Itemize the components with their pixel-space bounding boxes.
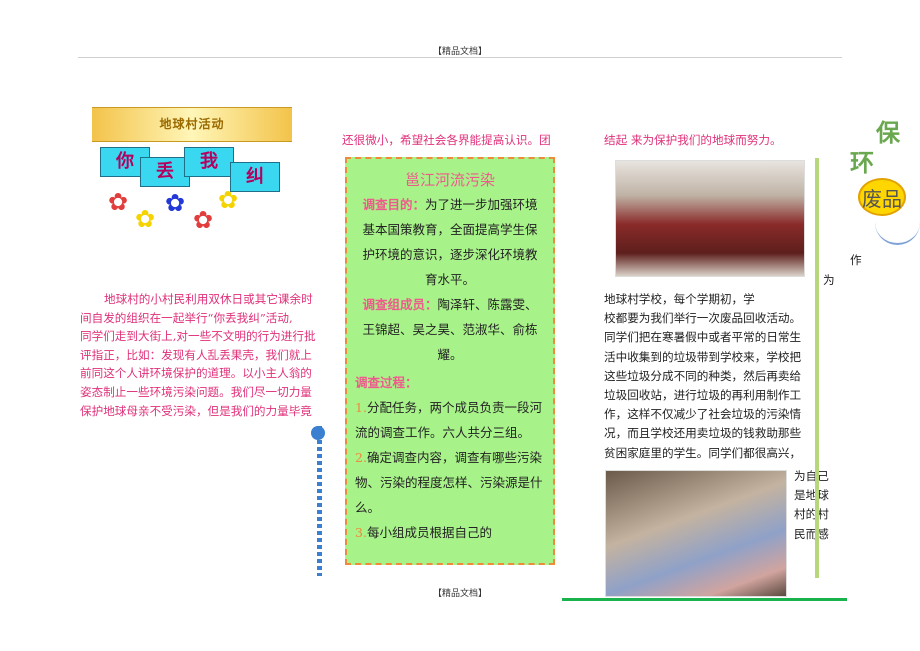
left-line: 前同这个人讲环境保护的道理。以小主人翁的 — [80, 366, 312, 381]
right-line: 校都要为我们举行一次废品回收活动。 — [604, 311, 802, 326]
left-line: 间自发的组织在一起举行“你丢我纠”活动, — [80, 310, 293, 325]
dotted-line — [317, 426, 322, 576]
step-text: 确定调查内容，调查有哪些污染物、污染的程度怎样、污染源是什么。 — [355, 450, 543, 515]
process-step-1: 1.分配任务，两个成员负责一段河流的调查工作。六人共分三组。 — [347, 395, 553, 445]
marching-photo — [615, 160, 805, 277]
flower-icon: ✿ — [193, 206, 214, 234]
left-line: 地球村的小村民利用双休日或其它课余时 — [104, 292, 313, 306]
survey-box: 邕江河流污染 调查目的：为了进一步加强环境基本国策教育，全面提高学生保护环境的意… — [345, 157, 555, 565]
process-label: 调查过程： — [347, 370, 553, 395]
deco-zuo: 作 — [850, 253, 862, 267]
right-line: 这些垃圾分成不同的种类，然后再卖给 — [604, 368, 802, 383]
left-line: 同学们走到大街上,对一些不文明的行为进行批 — [80, 329, 316, 344]
flower-icon: ✿ — [108, 188, 129, 216]
survey-members: 调查组成员：陶泽轩、陈露雯、王锦超、吴之昊、范淑华、俞栋耀。 — [347, 292, 553, 367]
right-line: 况，而且学校还用卖垃圾的钱救助那些 — [604, 426, 802, 441]
step-text: 分配任务，两个成员负责一段河流的调查工作。六人共分三组。 — [355, 400, 542, 440]
flower-icon: ✿ — [165, 189, 186, 217]
activity-banner: 地球村活动 — [92, 107, 292, 142]
survey-title: 邕江河流污染 — [404, 171, 495, 189]
right-paragraph: 地球村学校，每个学期初，学 校都要为我们举行一次废品回收活动。 同学们把在寒暑假… — [604, 290, 826, 463]
page-header: 【精品文档】 — [432, 47, 487, 57]
tail-line: 民而感 — [794, 526, 829, 541]
process-label-text: 调查过程： — [355, 375, 418, 390]
process-step-3: 3.每小组成员根据自己的 — [347, 520, 553, 545]
deco-huan: 环 — [850, 148, 874, 177]
left-line: 姿态制止一些环境污染问题。我们尽一切力量 — [80, 384, 312, 399]
left-line: 评指正，比如：发现有人乱丢果壳，我们就上 — [80, 347, 312, 362]
right-line: 活中收集到的垃圾带到学校来，学校把 — [604, 349, 802, 364]
flower-icon: ✿ — [218, 186, 239, 214]
step-number: 3. — [355, 525, 367, 540]
right-top-text: 结起 来为保护我们的地球而努力。 — [604, 133, 782, 147]
tail-line: 为自己 — [794, 469, 829, 483]
recycling-photo — [605, 470, 787, 597]
right-line: 地球村学校，每个学期初，学 — [604, 292, 755, 306]
right-line: 贫困家庭里的学生。同学们都很高兴， — [604, 445, 802, 460]
slogan-char-3: 我 — [184, 147, 234, 177]
green-vertical-line — [815, 158, 819, 578]
flower-icon: ✿ — [135, 205, 156, 233]
side-char-wei: 为 — [823, 273, 835, 287]
tail-line: 村的村 — [794, 507, 829, 522]
header-divider — [78, 57, 842, 58]
slogan-char-2: 丢 — [140, 157, 190, 187]
tail-line: 是地球 — [794, 488, 829, 503]
members-label: 调查组成员： — [362, 297, 438, 312]
left-paragraph: 地球村的小村民利用双休日或其它课余时 间自发的组织在一起举行“你丢我纠”活动, … — [80, 290, 318, 420]
right-line: 作，这样不仅减少了社会垃圾的污染情 — [604, 407, 802, 422]
step-number: 1. — [355, 400, 367, 415]
middle-top-text: 还很微小，希望社会各界能提高认识。团 — [342, 133, 551, 147]
right-line: 垃圾回收站，进行垃圾的再利用制作工 — [604, 388, 802, 403]
purpose-label: 调查目的： — [362, 197, 425, 212]
deco-bao: 保 — [876, 118, 900, 147]
step-text: 每小组成员根据自己的 — [366, 525, 492, 540]
blue-dot — [311, 426, 325, 440]
process-step-2: 2.确定调查内容，调查有哪些污染物、污染的程度怎样、污染源是什么。 — [347, 445, 553, 520]
arc-decoration — [875, 215, 920, 245]
survey-purpose: 调查目的：为了进一步加强环境基本国策教育，全面提高学生保护环境的意识，逐步深化环… — [347, 192, 553, 292]
green-bottom-line — [562, 598, 847, 601]
step-number: 2. — [355, 450, 367, 465]
feipin-bubble: 废品 — [858, 178, 906, 216]
right-line: 同学们把在寒暑假中或者平常的日常生 — [604, 330, 802, 345]
right-tail: 为自己 是地球 村的村 民而感 — [794, 467, 829, 544]
left-line: 保护地球母亲不受污染，但是我们的力量毕竟 — [80, 403, 312, 418]
